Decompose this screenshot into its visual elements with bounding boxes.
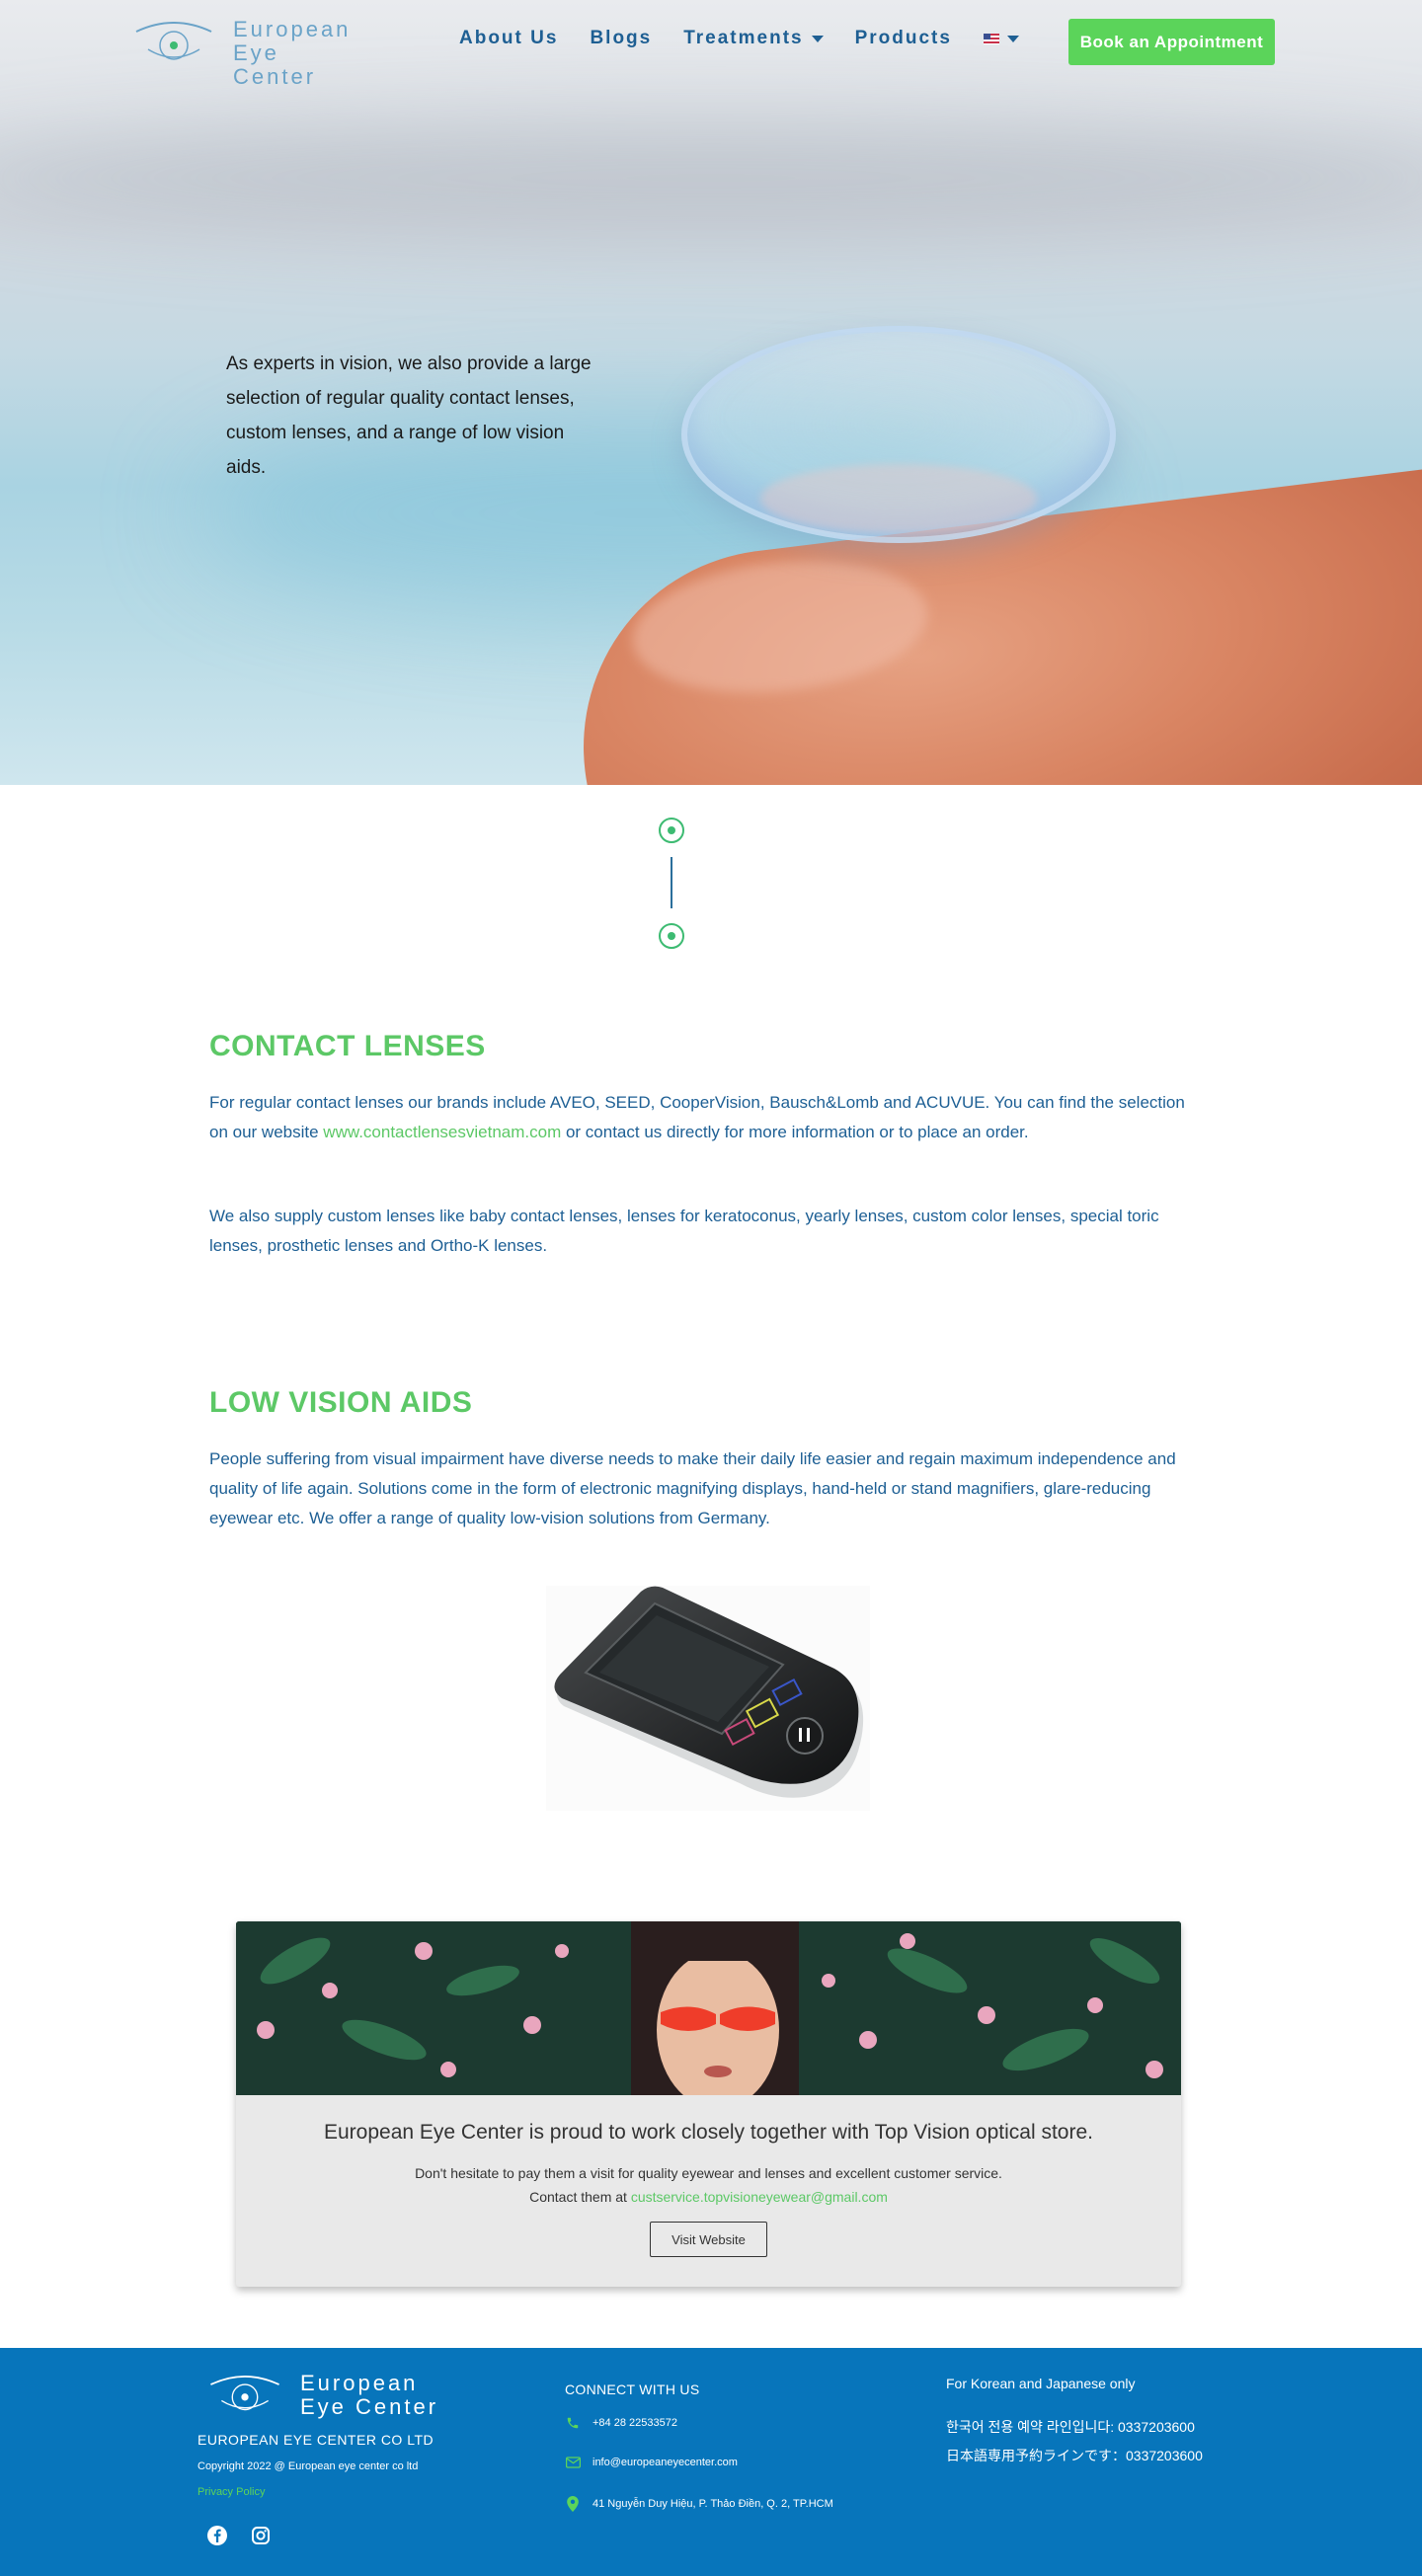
low-vision-title: LOW VISION AIDS	[209, 1386, 473, 1419]
facebook-icon-glyph	[207, 2526, 227, 2545]
facebook-icon[interactable]	[205, 2524, 229, 2547]
hero-background-blur	[0, 118, 1422, 237]
korean-booking-line: 한국어 전용 예약 라인입니다: 0337203600	[946, 2419, 1195, 2435]
logo-wordmark: European Eye Center	[233, 18, 371, 89]
footer-logo-wordmark: European Eye Center	[300, 2372, 438, 2419]
electronic-magnifier-icon	[554, 1586, 864, 1798]
main-nav: About Us Blogs Treatments Products	[459, 28, 1051, 49]
site-logo[interactable]: European Eye Center	[134, 18, 371, 89]
privacy-policy-link[interactable]: Privacy Policy	[198, 2486, 265, 2498]
eye-logo-icon	[210, 2376, 279, 2411]
footer-company-name: EUROPEAN EYE CENTER CO LTD	[198, 2432, 434, 2448]
partner-email-link[interactable]: custservice.topvisioneyewear@gmail.com	[631, 2189, 888, 2205]
us-flag-icon	[983, 33, 999, 44]
footer-address[interactable]: 41 Nguyễn Duy Hiệu, P. Thảo Điền, Q. 2, …	[565, 2496, 833, 2512]
footer-copyright: Copyright 2022 @ European eye center co …	[198, 2460, 419, 2472]
connect-title: CONNECT WITH US	[565, 2381, 700, 2397]
nav-treatments[interactable]: Treatments	[683, 28, 824, 49]
partner-line2: Contact them at custservice.topvisioneye…	[236, 2185, 1181, 2209]
contact-lenses-paragraph-1: For regular contact lenses our brands in…	[209, 1088, 1197, 1147]
footer-logo-line1: European	[300, 2371, 419, 2395]
footer-logo[interactable]: European Eye Center	[207, 2372, 444, 2421]
phone-icon	[565, 2415, 581, 2431]
partner-line1: Don't hesitate to pay them a visit for q…	[415, 2165, 1002, 2181]
envelope-icon	[565, 2455, 581, 2470]
instagram-icon[interactable]	[249, 2524, 273, 2547]
nav-treatments-label: Treatments	[683, 28, 804, 48]
logo-line1: European	[233, 17, 352, 41]
footer-logo-line2: Eye Center	[300, 2394, 439, 2419]
nav-about-us[interactable]: About Us	[459, 28, 558, 49]
divider-top-circle-icon	[659, 818, 684, 843]
divider-line	[671, 857, 672, 908]
hero-lens-reflection	[760, 464, 1037, 533]
eye-logo-icon	[135, 22, 212, 60]
partner-contact-text: Contact them at	[529, 2189, 631, 2205]
hero-text: As experts in vision, we also provide a …	[226, 353, 592, 478]
nav-products[interactable]: Products	[855, 28, 952, 49]
nav-blogs[interactable]: Blogs	[590, 28, 652, 49]
visit-website-button[interactable]: Visit Website	[650, 2222, 767, 2257]
partner-title: European Eye Center is proud to work clo…	[324, 2121, 1093, 2144]
partner-banner-image	[236, 1921, 1181, 2095]
chevron-down-icon	[1006, 35, 1019, 42]
contact-lenses-title: CONTACT LENSES	[209, 1030, 486, 1062]
map-pin-icon	[565, 2496, 581, 2512]
footer-phone-text: +84 28 22533572	[592, 2417, 677, 2429]
woman-sunglasses-photo	[236, 1921, 1181, 2095]
footer-phone[interactable]: +84 28 22533572	[565, 2415, 677, 2431]
korean-japanese-title: For Korean and Japanese only	[946, 2376, 1136, 2391]
language-selector[interactable]	[983, 28, 1019, 49]
low-vision-paragraph: People suffering from visual impairment …	[209, 1449, 1176, 1527]
contact-lenses-website-link[interactable]: www.contactlensesvietnam.com	[323, 1123, 561, 1141]
footer-address-text: 41 Nguyễn Duy Hiệu, P. Thảo Điền, Q. 2, …	[592, 2498, 833, 2510]
chevron-down-icon	[811, 35, 824, 42]
contact-lenses-text-b: or contact us directly for more informat…	[561, 1123, 1029, 1141]
japanese-booking-line: 日本語専用予約ラインです：0337203600	[946, 2448, 1203, 2463]
instagram-icon-glyph	[252, 2527, 270, 2544]
logo-line2: Eye Center	[233, 40, 317, 89]
footer-email-text: info@europeaneyecenter.com	[592, 2457, 738, 2468]
footer-email[interactable]: info@europeaneyecenter.com	[565, 2455, 738, 2470]
partner-description: Don't hesitate to pay them a visit for q…	[236, 2161, 1181, 2209]
contact-lenses-paragraph-2: We also supply custom lenses like baby c…	[209, 1207, 1159, 1255]
book-appointment-button[interactable]: Book an Appointment	[1068, 19, 1275, 65]
magnifier-device-image	[546, 1586, 870, 1811]
top-vision-partner-card: European Eye Center is proud to work clo…	[236, 1921, 1181, 2287]
site-footer: European Eye Center EUROPEAN EYE CENTER …	[0, 2348, 1422, 2576]
hero-banner: As experts in vision, we also provide a …	[0, 0, 1422, 785]
divider-bottom-circle-icon	[659, 923, 684, 949]
